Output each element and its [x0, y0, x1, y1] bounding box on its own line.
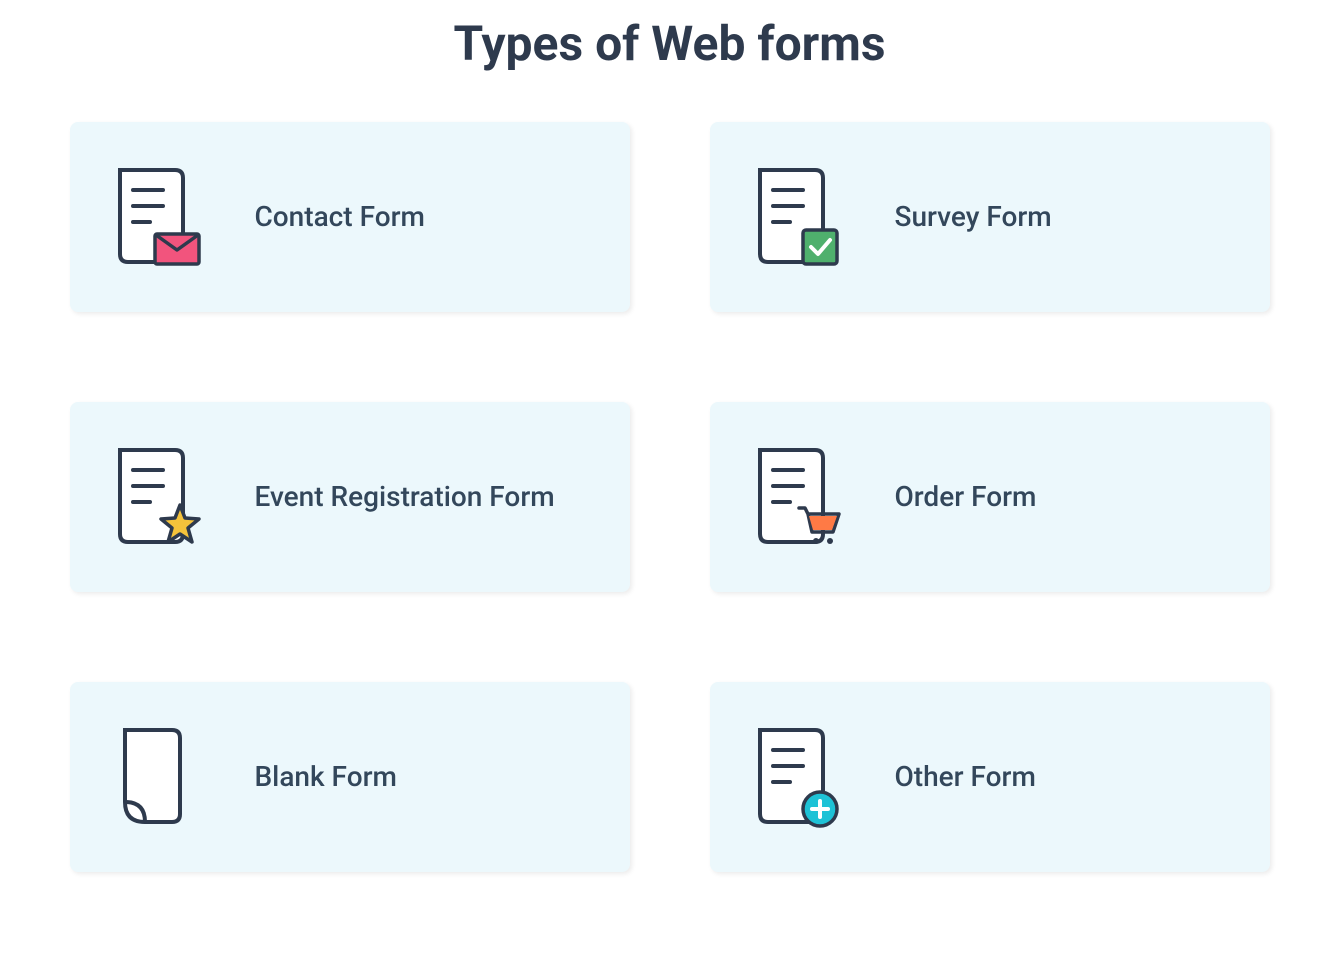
other-form-icon — [745, 722, 845, 832]
card-order-form[interactable]: Order Form — [710, 402, 1270, 592]
page-title: Types of Web forms — [50, 15, 1289, 72]
form-types-grid: Contact Form Survey Form Event — [70, 122, 1270, 872]
blank-form-icon — [105, 722, 205, 832]
card-blank-form[interactable]: Blank Form — [70, 682, 630, 872]
card-contact-form[interactable]: Contact Form — [70, 122, 630, 312]
card-label: Contact Form — [255, 198, 425, 236]
card-label: Blank Form — [255, 758, 397, 796]
card-label: Survey Form — [895, 198, 1052, 236]
card-survey-form[interactable]: Survey Form — [710, 122, 1270, 312]
card-event-registration-form[interactable]: Event Registration Form — [70, 402, 630, 592]
card-label: Order Form — [895, 478, 1037, 516]
card-other-form[interactable]: Other Form — [710, 682, 1270, 872]
survey-form-icon — [745, 162, 845, 272]
contact-form-icon — [105, 162, 205, 272]
event-form-icon — [105, 442, 205, 552]
card-label: Other Form — [895, 758, 1036, 796]
card-label: Event Registration Form — [255, 478, 555, 516]
order-form-icon — [745, 442, 845, 552]
